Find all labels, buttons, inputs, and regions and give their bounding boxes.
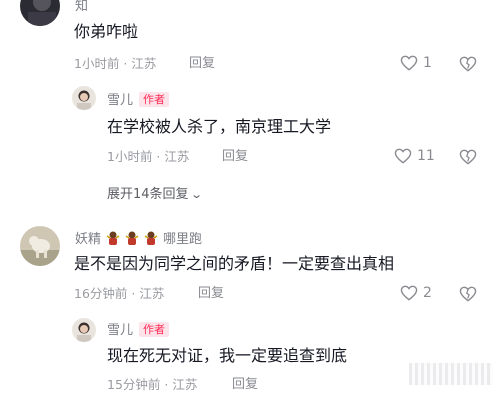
like-count: 11 xyxy=(417,148,435,164)
comment-text: 你弟咋啦 xyxy=(74,22,139,41)
username-text: 雪儿 xyxy=(107,323,134,338)
like-button[interactable]: 11 xyxy=(394,148,435,164)
avatar[interactable] xyxy=(72,86,96,110)
like-button[interactable]: 2 xyxy=(400,285,432,301)
doll-emoji-icon xyxy=(125,231,139,245)
broken-heart-icon xyxy=(459,56,477,72)
comment-time: 1小时前 xyxy=(74,56,120,71)
chevron-down-icon: ⌄ xyxy=(189,188,203,201)
username-emojis xyxy=(105,230,159,246)
reply-button[interactable]: 回复 xyxy=(189,56,215,72)
expand-replies-button[interactable]: 展开14条回复⌄ xyxy=(107,187,203,203)
comment-location: 江苏 xyxy=(139,286,165,301)
comment-meta: 1小时前 · 江苏 xyxy=(107,149,189,165)
doll-emoji-icon xyxy=(144,231,158,245)
comment-username[interactable]: 妖精 哪里跑 xyxy=(75,230,202,248)
comment-location: 江苏 xyxy=(172,377,198,392)
heart-outline-icon xyxy=(394,148,412,164)
meta-separator: · xyxy=(152,149,165,164)
like-button[interactable]: 1 xyxy=(400,55,432,71)
reply-button[interactable]: 回复 xyxy=(222,149,248,165)
comment-meta: 15分钟前 · 江苏 xyxy=(107,377,197,393)
username-text: 雪儿 xyxy=(107,93,134,108)
dislike-button[interactable] xyxy=(459,56,477,72)
comment-time: 15分钟前 xyxy=(107,377,161,392)
author-badge: 作者 xyxy=(139,92,170,107)
avatar[interactable] xyxy=(72,318,96,342)
comment-text: 是不是因为同学之间的矛盾！一定要查出真相 xyxy=(74,254,395,273)
like-count: 1 xyxy=(423,55,432,71)
comment-time: 1小时前 xyxy=(107,149,153,164)
avatar[interactable] xyxy=(20,226,60,266)
meta-separator: · xyxy=(127,286,140,301)
expand-label: 展开14条回复 xyxy=(107,187,189,202)
comment-location: 江苏 xyxy=(164,149,190,164)
broken-heart-icon xyxy=(459,149,477,165)
meta-separator: · xyxy=(119,56,132,71)
comment-username[interactable]: 雪儿 作者 xyxy=(107,92,170,109)
comment-meta: 16分钟前 · 江苏 xyxy=(74,286,164,302)
comment-time: 16分钟前 xyxy=(74,286,128,301)
reply-button[interactable]: 回复 xyxy=(198,286,224,302)
username-suffix: 哪里跑 xyxy=(163,232,203,247)
author-badge: 作者 xyxy=(139,322,170,337)
avatar[interactable] xyxy=(20,0,60,26)
comment-username[interactable]: 雪儿 作者 xyxy=(107,322,170,339)
meta-separator: · xyxy=(160,377,173,392)
blurred-watermark xyxy=(409,363,493,385)
comment-location: 江苏 xyxy=(131,56,157,71)
comment-meta: 1小时前 · 江苏 xyxy=(74,56,156,72)
comment-text: 现在死无对证，我一定要追查到底 xyxy=(107,346,348,365)
comment-username[interactable]: 知 xyxy=(75,0,88,15)
heart-outline-icon xyxy=(400,285,418,301)
reply-button[interactable]: 回复 xyxy=(232,377,258,393)
doll-emoji-icon xyxy=(106,231,120,245)
like-count: 2 xyxy=(423,285,432,301)
username-prefix: 妖精 xyxy=(75,232,102,247)
dislike-button[interactable] xyxy=(459,149,477,165)
heart-outline-icon xyxy=(400,55,418,71)
broken-heart-icon xyxy=(459,286,477,302)
dislike-button[interactable] xyxy=(459,286,477,302)
comment-text: 在学校被人杀了，南京理工大学 xyxy=(107,117,332,136)
